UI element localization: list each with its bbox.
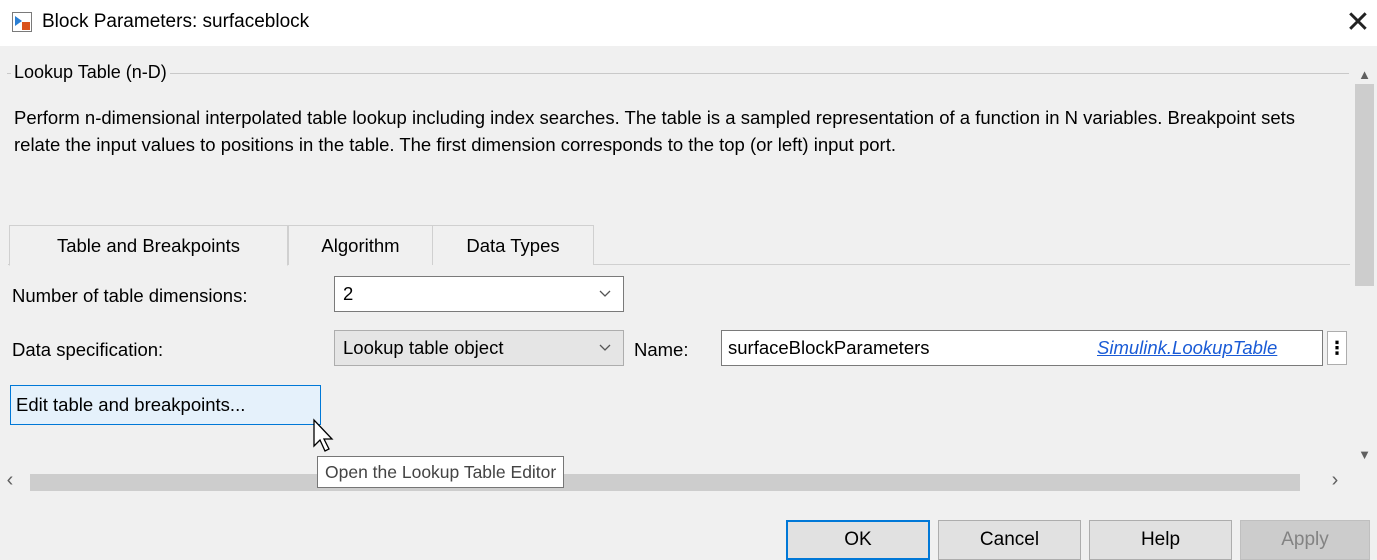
- vertical-ellipsis-icon: ⋮: [1328, 338, 1346, 358]
- dimensions-label: Number of table dimensions:: [12, 285, 248, 306]
- vertical-scroll-thumb[interactable]: [1355, 84, 1374, 286]
- tab-data-types[interactable]: Data Types: [432, 225, 594, 265]
- group-legend: Lookup Table (n-D): [11, 62, 170, 83]
- tooltip: Open the Lookup Table Editor: [317, 456, 565, 488]
- cancel-button[interactable]: Cancel: [938, 520, 1081, 560]
- lookup-table-type-link[interactable]: Simulink.LookupTable: [1097, 331, 1319, 365]
- dimensions-dropdown[interactable]: 2: [334, 276, 624, 312]
- scroll-down-icon[interactable]: ▼: [1352, 446, 1377, 464]
- tab-table-and-breakpoints[interactable]: Table and Breakpoints: [9, 225, 288, 266]
- data-spec-label: Data specification:: [12, 339, 164, 360]
- chevron-down-icon: [599, 344, 611, 351]
- data-spec-value: Lookup table object: [343, 337, 504, 358]
- apply-button[interactable]: Apply: [1240, 520, 1370, 560]
- help-button[interactable]: Help: [1089, 520, 1232, 560]
- name-field[interactable]: surfaceBlockParameters Simulink.LookupTa…: [721, 330, 1323, 366]
- window-title: Block Parameters: surfaceblock: [42, 11, 310, 32]
- mouse-pointer-icon: [313, 418, 334, 452]
- chevron-down-icon: [599, 290, 611, 297]
- scroll-left-icon[interactable]: ‹: [0, 469, 20, 491]
- more-options-button[interactable]: ⋮: [1327, 331, 1347, 365]
- scroll-up-icon[interactable]: ▲: [1352, 66, 1377, 84]
- close-icon[interactable]: ✕: [1340, 4, 1376, 42]
- simulink-block-icon: [12, 12, 32, 32]
- ok-button[interactable]: OK: [786, 520, 930, 560]
- name-label: Name:: [634, 339, 689, 360]
- data-spec-dropdown[interactable]: Lookup table object: [334, 330, 624, 366]
- edit-table-button[interactable]: Edit table and breakpoints...: [10, 385, 321, 425]
- dimensions-value: 2: [343, 283, 354, 304]
- block-description: Perform n-dimensional interpolated table…: [14, 107, 1295, 155]
- name-value: surfaceBlockParameters: [728, 337, 930, 358]
- tab-algorithm[interactable]: Algorithm: [288, 225, 433, 265]
- horizontal-scroll-thumb[interactable]: [30, 474, 1300, 491]
- scroll-right-icon[interactable]: ›: [1325, 469, 1345, 491]
